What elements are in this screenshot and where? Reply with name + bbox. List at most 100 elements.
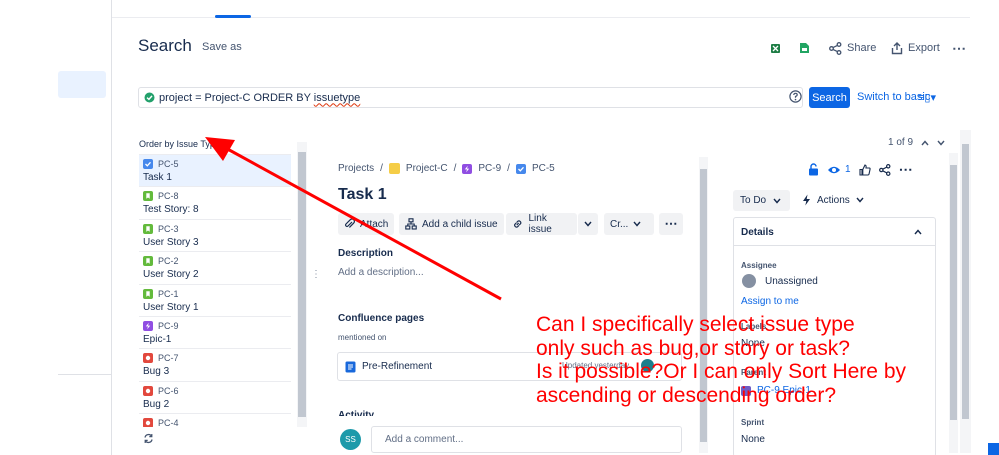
breadcrumb-separator: / — [453, 163, 457, 174]
issue-key: PC-1 — [158, 288, 179, 299]
eye-icon — [828, 166, 840, 173]
avatar: SS — [340, 429, 361, 450]
paperclip-icon — [345, 218, 355, 228]
order-by-dropdown[interactable]: Order by Issue Type — [139, 139, 232, 149]
share-button[interactable]: Share — [829, 38, 876, 58]
sheets-export-button[interactable] — [799, 38, 810, 58]
list-item[interactable]: PC-3 User Story 3 — [139, 218, 291, 251]
valid-check-icon — [144, 92, 155, 103]
refresh-icon[interactable] — [143, 433, 154, 444]
breadcrumb-projects[interactable]: Projects — [338, 163, 374, 174]
issue-pager: 1 of 9 — [888, 137, 945, 148]
more-icon: ⋯ — [664, 216, 678, 231]
search-button[interactable]: Search — [809, 87, 850, 108]
left-nav-selected-item[interactable] — [58, 71, 106, 98]
issue-key: PC-8 — [158, 191, 179, 202]
create-label: Cr... — [610, 218, 629, 230]
watch-button[interactable]: 1 — [827, 164, 851, 175]
status-label: To Do — [740, 195, 767, 206]
create-dropdown-button[interactable]: Cr... — [604, 213, 654, 235]
link-issue-dropdown[interactable] — [578, 213, 598, 235]
details-heading[interactable]: Details — [741, 227, 774, 238]
resize-handle-icon[interactable]: ⋮ — [311, 269, 321, 280]
link-issue-button[interactable]: Link issue — [506, 213, 577, 235]
list-item[interactable]: PC-8 Test Story: 8 — [139, 186, 291, 218]
issue-summary: User Story 2 — [143, 269, 199, 281]
chevron-up-icon[interactable] — [914, 229, 922, 235]
excel-icon — [771, 43, 780, 53]
list-item[interactable]: PC-7 Bug 3 — [139, 348, 291, 380]
chevron-up-icon[interactable] — [921, 139, 929, 146]
excel-export-button[interactable] — [770, 38, 781, 58]
project-avatar-icon — [388, 163, 400, 174]
bug-type-icon — [143, 418, 153, 428]
description-field[interactable]: Add a description... — [338, 267, 424, 278]
thumbs-up-icon[interactable] — [859, 163, 871, 176]
story-type-icon — [143, 191, 153, 202]
jql-input[interactable]: project = Project-C ORDER BY issuetype — [138, 87, 803, 108]
document-icon — [345, 361, 356, 372]
jql-query-prefix: project = Project-C ORDER BY — [159, 91, 314, 104]
task-type-icon — [143, 159, 153, 169]
more-icon[interactable]: ⋯ — [899, 161, 913, 178]
issue-key: PC-4 — [158, 418, 179, 428]
save-as-button[interactable]: Save as — [202, 41, 242, 53]
sprint-value[interactable]: None — [741, 434, 765, 445]
chevron-down-icon — [856, 197, 864, 203]
sheets-icon — [800, 43, 809, 53]
link-issue-label: Link issue — [528, 213, 552, 235]
actions-dropdown[interactable]: Actions — [802, 194, 864, 206]
breadcrumb-issue[interactable]: PC-5 — [532, 163, 555, 174]
side-panel-scrollbar[interactable] — [949, 153, 958, 453]
annotation-line: Can I specifically select issue type — [536, 313, 855, 336]
confluence-page-title: Pre-Refinement — [362, 361, 433, 372]
detail-scrollbar[interactable] — [699, 157, 708, 453]
issue-key: PC-9 — [158, 320, 179, 331]
pager-count: 1 of 9 — [888, 137, 914, 148]
sprint-label: Sprint — [741, 418, 765, 427]
scrollbar-thumb[interactable] — [298, 152, 306, 417]
help-icon[interactable] — [789, 90, 802, 103]
add-child-issue-button[interactable]: Add a child issue — [399, 213, 504, 235]
list-item[interactable]: PC-9 Epic-1 — [139, 315, 291, 348]
left-nav-divider — [58, 374, 112, 375]
annotation-line: Is it possible?Or I can only Sort Here b… — [536, 360, 906, 383]
breadcrumb-project[interactable]: Project-C — [406, 163, 448, 174]
issue-key: PC-6 — [158, 385, 179, 396]
lock-icon[interactable] — [808, 163, 819, 176]
scrollbar-thumb[interactable] — [950, 165, 957, 420]
breadcrumb-separator: / — [507, 163, 510, 174]
more-options-button[interactable]: ⋯ — [952, 38, 966, 58]
assign-to-me-link[interactable]: Assign to me — [741, 296, 799, 307]
issue-more-button[interactable]: ⋯ — [659, 213, 683, 235]
list-item[interactable]: PC-4 — [139, 413, 291, 428]
assignee-value[interactable]: Unassigned — [765, 276, 818, 287]
list-item[interactable]: PC-1 User Story 1 — [139, 283, 291, 316]
share-icon — [829, 41, 842, 55]
breadcrumb-parent[interactable]: PC-9 — [478, 163, 501, 174]
issue-list-scrollbar[interactable] — [297, 142, 307, 427]
issue-summary: Bug 3 — [143, 366, 170, 378]
list-item[interactable]: PC-5 Task 1 — [139, 154, 291, 187]
chevron-down-icon — [773, 198, 781, 204]
comment-input[interactable]: Add a comment... — [371, 426, 682, 453]
issue-summary: Task 1 — [143, 172, 172, 183]
issue-key: PC-7 — [158, 353, 179, 364]
order-by-label: Order by Issue Type — [139, 139, 220, 149]
chevron-down-icon[interactable] — [937, 140, 945, 146]
export-button[interactable]: Export — [891, 38, 940, 58]
scrollbar-thumb[interactable] — [962, 144, 969, 419]
export-label: Export — [908, 42, 940, 54]
assignee-label: Assignee — [741, 261, 777, 270]
more-icon: ⋯ — [952, 39, 966, 56]
status-dropdown[interactable]: To Do — [733, 190, 790, 211]
page-scrollbar[interactable] — [960, 130, 971, 453]
list-item[interactable]: PC-2 User Story 2 — [139, 251, 291, 283]
view-toggle-icon[interactable]: ≡▯▾ — [918, 91, 936, 104]
epic-type-icon — [462, 163, 473, 174]
share-icon[interactable] — [878, 163, 891, 176]
bug-type-icon — [143, 353, 153, 364]
attach-button[interactable]: Attach — [338, 213, 395, 235]
list-item[interactable]: PC-6 Bug 2 — [139, 380, 291, 413]
issue-title[interactable]: Task 1 — [338, 186, 387, 204]
